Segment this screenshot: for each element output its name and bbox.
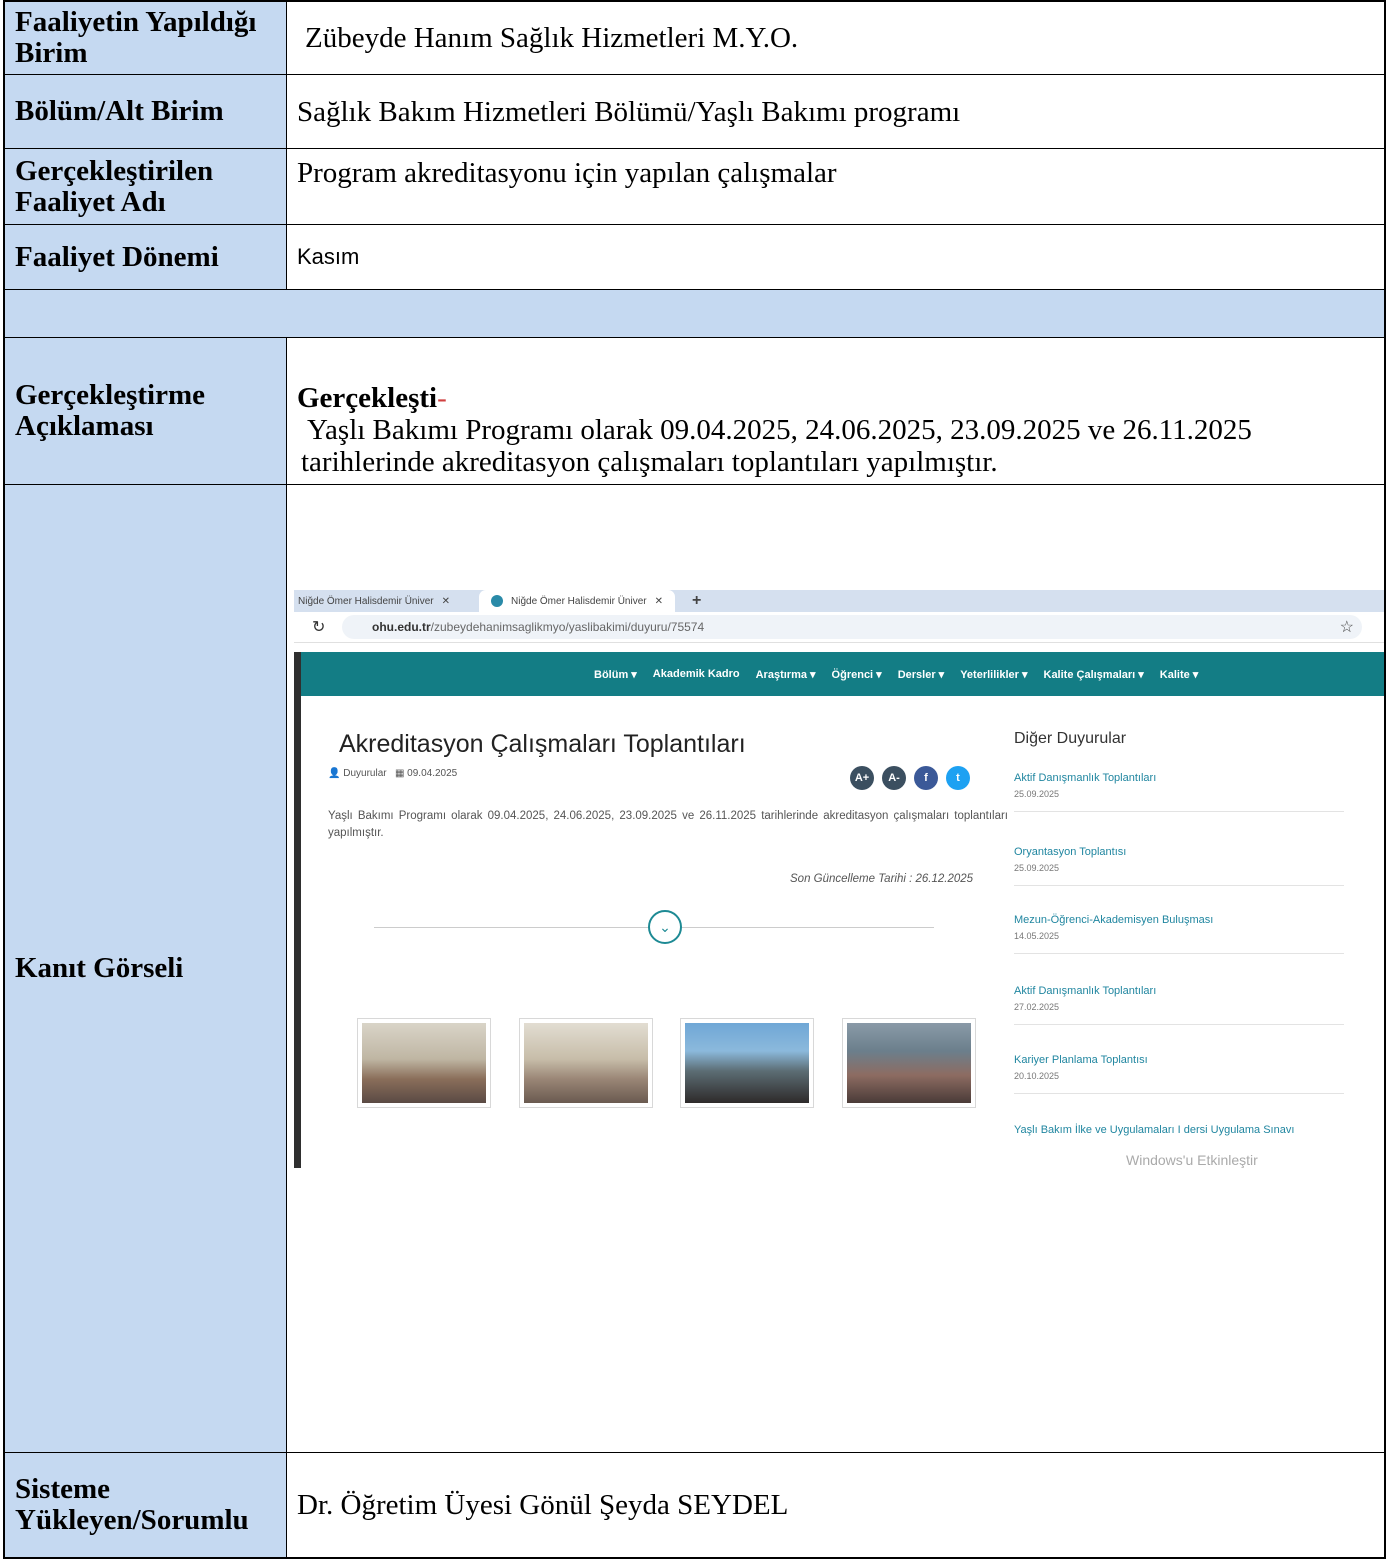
label-uploader-line1: Sisteme [15, 1473, 111, 1505]
close-icon[interactable]: ✕ [442, 596, 450, 607]
label-explanation: Gerçekleştirme Açıklaması [5, 338, 287, 484]
value-unit: Zübeyde Hanım Sağlık Hizmetleri M.Y.O. [287, 2, 1384, 74]
status-suffix: - [437, 382, 447, 414]
news-date: 25.09.2025 [1014, 863, 1060, 873]
label-uploader-line2: Yükleyen/Sorumlu [15, 1504, 249, 1536]
meta-category[interactable]: Duyurular [343, 768, 386, 779]
news-title[interactable]: Aktif Danışmanlık Toplantıları [1014, 983, 1344, 999]
nav-item[interactable]: Öğrenci ▾ [832, 668, 882, 681]
label-activity-name: Gerçekleştirilen Faaliyet Adı [5, 149, 287, 224]
explanation-line1: Yaşlı Bakımı Programı olarak 09.04.2025,… [307, 414, 1252, 446]
news-date: 14.05.2025 [1014, 931, 1060, 941]
label-explanation-line2: Açıklaması [15, 410, 154, 442]
news-title[interactable]: Kariyer Planlama Toplantısı [1014, 1052, 1344, 1068]
font-increase-icon[interactable]: A+ [850, 766, 874, 790]
news-date: 20.10.2025 [1014, 1071, 1060, 1081]
news-item[interactable]: Oryantasyon Toplantısı 25.09.2025 [1014, 844, 1344, 886]
sidebar-title: Diğer Duyurular [1014, 730, 1127, 747]
value-activity-name: Program akreditasyonu için yapılan çalış… [287, 149, 1384, 224]
label-evidence: Kanıt Görseli [5, 485, 287, 1452]
address-bar: ↻ ohu.edu.tr/zubeydehanimsaglikmyo/yasli… [294, 612, 1384, 643]
url-domain: ohu.edu.tr [372, 620, 431, 634]
value-department: Sağlık Bakım Hizmetleri Bölümü/Yaşlı Bak… [287, 75, 1384, 148]
site-favicon-icon [491, 595, 503, 607]
label-activity-line2: Faaliyet Adı [15, 185, 166, 218]
row-explanation: Gerçekleştirme Açıklaması Gerçekleşti- Y… [5, 338, 1384, 485]
calendar-icon: ▦ [394, 768, 405, 779]
nav-item[interactable]: Kalite Çalışmaları ▾ [1044, 668, 1144, 681]
news-item[interactable]: Yaşlı Bakım İlke ve Uygulamaları I dersi… [1014, 1122, 1344, 1138]
nav-item[interactable]: Akademik Kadro [653, 668, 740, 680]
label-activity-line1: Gerçekleştirilen [15, 154, 214, 187]
article-meta: 👤 Duyurular ▦ 09.04.2025 [328, 768, 457, 779]
news-item[interactable]: Aktif Danışmanlık Toplantıları 27.02.202… [1014, 983, 1344, 1025]
row-period: Faaliyet Dönemi Kasım [5, 225, 1384, 290]
label-explanation-line1: Gerçekleştirme [15, 379, 206, 411]
reload-icon[interactable]: ↻ [312, 617, 325, 637]
nav-item[interactable]: Araştırma ▾ [756, 668, 816, 681]
photo-thumbnail[interactable] [842, 1018, 976, 1108]
row-spacer [5, 290, 1384, 338]
row-unit: Faaliyetin Yapıldığı Birim Zübeyde Hanım… [5, 2, 1384, 75]
label-uploader: Sisteme Yükleyen/Sorumlu [5, 1453, 287, 1557]
chevron-down-icon[interactable]: ⌄ [648, 910, 682, 944]
activation-watermark: Windows'u Etkinleştir [1126, 1152, 1258, 1168]
browser-tab[interactable]: Niğde Ömer Halisdemir Üniver ✕ [298, 590, 450, 612]
tab-title: Niğde Ömer Halisdemir Üniver [298, 595, 434, 607]
left-dark-bar [294, 652, 301, 1168]
meta-date: 09.04.2025 [407, 768, 458, 779]
site-nav: Bölüm ▾ Akademik Kadro Araştırma ▾ Öğren… [594, 652, 1198, 696]
close-icon[interactable]: ✕ [655, 596, 663, 607]
user-icon: 👤 [328, 768, 341, 779]
news-date: 25.09.2025 [1014, 789, 1060, 799]
value-period: Kasım [287, 225, 1384, 289]
news-item[interactable]: Kariyer Planlama Toplantısı 20.10.2025 [1014, 1052, 1344, 1094]
article-body: Yaşlı Bakımı Programı olarak 09.04.2025,… [328, 810, 1008, 839]
url-input[interactable]: ohu.edu.tr/zubeydehanimsaglikmyo/yasliba… [342, 615, 1362, 639]
nav-item[interactable]: Bölüm ▾ [594, 668, 637, 681]
value-uploader: Dr. Öğretim Üyesi Gönül Şeyda SEYDEL [287, 1453, 1384, 1557]
news-date: 27.02.2025 [1014, 1002, 1060, 1012]
url-path: /zubeydehanimsaglikmyo/yaslibakimi/duyur… [430, 620, 705, 634]
news-title[interactable]: Aktif Danışmanlık Toplantıları [1014, 770, 1344, 786]
nav-item[interactable]: Dersler ▾ [898, 668, 945, 681]
row-activity-name: Gerçekleştirilen Faaliyet Adı Program ak… [5, 149, 1384, 225]
news-title[interactable]: Yaşlı Bakım İlke ve Uygulamaları I dersi… [1014, 1122, 1344, 1138]
label-period: Faaliyet Dönemi [5, 225, 287, 289]
article-title: Akreditasyon Çalışmaları Toplantıları [339, 730, 746, 758]
browser-tab-bar: Niğde Ömer Halisdemir Üniver ✕ Niğde Öme… [294, 590, 1384, 612]
new-tab-icon[interactable]: + [692, 590, 701, 612]
photo-thumbnail[interactable] [519, 1018, 653, 1108]
news-item[interactable]: Aktif Danışmanlık Toplantıları 25.09.202… [1014, 770, 1344, 812]
value-explanation: Gerçekleşti- Yaşlı Bakımı Programı olara… [287, 338, 1384, 484]
photo-thumbnail[interactable] [680, 1018, 814, 1108]
label-unit: Faaliyetin Yapıldığı Birim [5, 2, 287, 74]
social-buttons: A+ A- f t [850, 766, 970, 790]
news-title[interactable]: Oryantasyon Toplantısı [1014, 844, 1344, 860]
row-uploader: Sisteme Yükleyen/Sorumlu Dr. Öğretim Üye… [5, 1453, 1384, 1557]
twitter-icon[interactable]: t [946, 766, 970, 790]
bookmark-star-icon[interactable]: ☆ [1340, 617, 1354, 637]
label-department: Bölüm/Alt Birim [5, 75, 287, 148]
row-department: Bölüm/Alt Birim Sağlık Bakım Hizmetleri … [5, 75, 1384, 149]
browser-tab-active[interactable]: Niğde Ömer Halisdemir Üniver ✕ [479, 590, 675, 612]
news-item[interactable]: Mezun-Öğrenci-Akademisyen Buluşması 14.0… [1014, 912, 1344, 954]
status-text: Gerçekleşti [297, 382, 438, 414]
facebook-icon[interactable]: f [914, 766, 938, 790]
font-decrease-icon[interactable]: A- [882, 766, 906, 790]
evidence-screenshot: Niğde Ömer Halisdemir Üniver ✕ Niğde Öme… [294, 590, 1384, 1175]
nav-item[interactable]: Yeterlilikler ▾ [960, 668, 1027, 681]
photo-thumbnail[interactable] [357, 1018, 491, 1108]
last-updated: Son Güncelleme Tarihi : 26.12.2025 [790, 873, 974, 885]
explanation-line2: tarihlerinde akreditasyon çalışmaları to… [301, 446, 998, 478]
tab-title: Niğde Ömer Halisdemir Üniver [511, 595, 647, 607]
news-title[interactable]: Mezun-Öğrenci-Akademisyen Buluşması [1014, 912, 1344, 928]
nav-item[interactable]: Kalite ▾ [1160, 668, 1199, 681]
